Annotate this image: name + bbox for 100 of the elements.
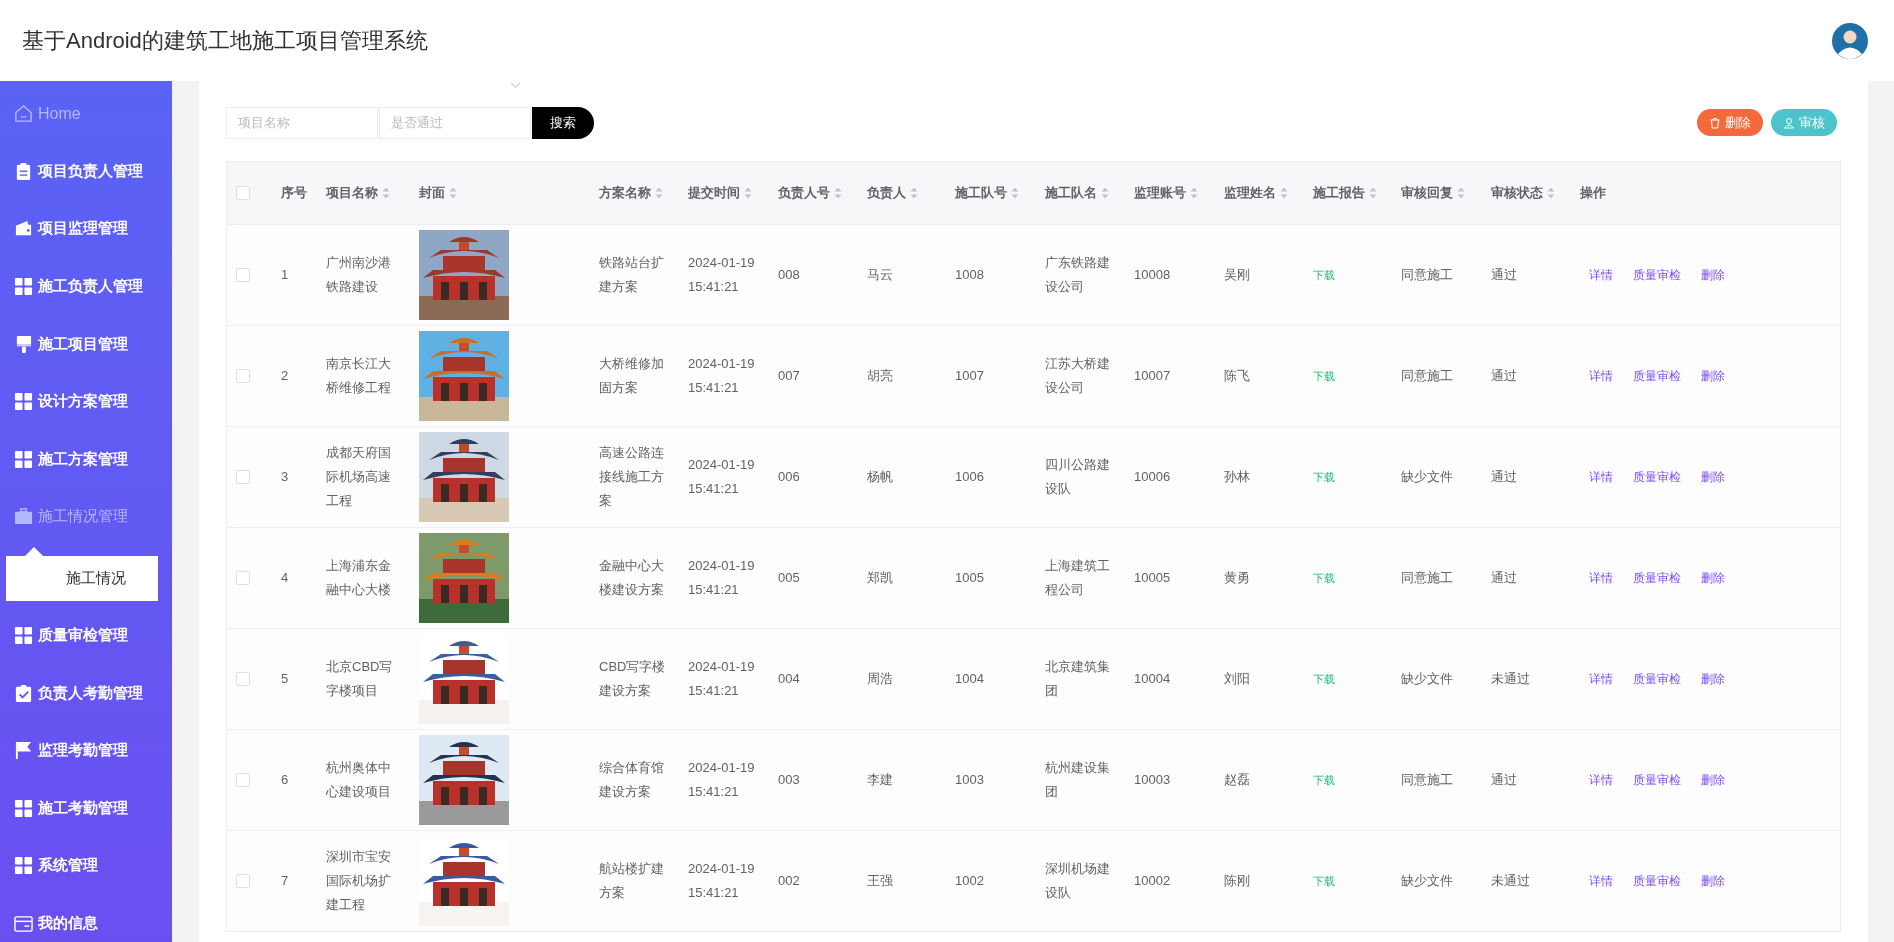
home-icon bbox=[14, 104, 33, 124]
sort-icon[interactable] bbox=[449, 187, 457, 199]
table-cell-text: 通过 bbox=[1491, 468, 1517, 486]
sort-icon[interactable] bbox=[1011, 187, 1019, 199]
row-checkbox[interactable] bbox=[236, 672, 250, 686]
nav-item[interactable]: 项目负责人管理 bbox=[0, 142, 172, 201]
search-field[interactable]: 项目名称 bbox=[226, 106, 378, 139]
table-cell-text: 北京建筑集团 bbox=[1045, 658, 1111, 700]
submenu-item[interactable]: 施工情况 bbox=[6, 546, 158, 601]
table-cell-text: 孙林 bbox=[1224, 468, 1250, 486]
chevron-down-icon[interactable] bbox=[510, 82, 521, 89]
nav-item[interactable]: 我的信息 bbox=[0, 894, 172, 942]
table-cell-text: 4 bbox=[281, 569, 289, 587]
table-cell-text: 综合体育馆建设方案 bbox=[599, 759, 665, 801]
action-link[interactable]: 详情 bbox=[1589, 566, 1613, 590]
table-cell-text: 同意施工 bbox=[1401, 771, 1453, 789]
action-link[interactable]: 删除 bbox=[1701, 768, 1725, 792]
table-cell-text: 10003 bbox=[1134, 771, 1171, 789]
user-icon bbox=[1783, 116, 1795, 129]
action-link[interactable]: 删除 bbox=[1701, 869, 1725, 893]
column-header: 负责人 bbox=[867, 184, 906, 202]
table-cell-text: 2024-01-19 15:41:21 bbox=[688, 557, 756, 599]
table-cell-text: 7 bbox=[281, 872, 289, 890]
column-header: 提交时间 bbox=[688, 184, 740, 202]
action-link[interactable]: 质量审检 bbox=[1633, 566, 1681, 590]
table-cell-text: 1003 bbox=[955, 771, 984, 789]
sort-icon[interactable] bbox=[1369, 187, 1377, 199]
sort-icon[interactable] bbox=[910, 187, 918, 199]
action-link[interactable]: 详情 bbox=[1589, 869, 1613, 893]
action-link[interactable]: 详情 bbox=[1589, 465, 1613, 489]
table-cell-text: 赵磊 bbox=[1224, 771, 1250, 789]
action-link[interactable]: 详情 bbox=[1589, 263, 1613, 287]
table-cell-text: 深圳市宝安国际机场扩建工程 bbox=[326, 848, 392, 914]
nav-item[interactable]: 系统管理 bbox=[0, 837, 172, 895]
table-cell-text: 马云 bbox=[867, 266, 893, 284]
sort-icon[interactable] bbox=[744, 187, 752, 199]
action-link[interactable]: 质量审检 bbox=[1633, 364, 1681, 388]
sort-icon[interactable] bbox=[1190, 187, 1198, 199]
search-button[interactable]: 搜索 bbox=[532, 106, 594, 139]
table-cell-text: 10004 bbox=[1134, 670, 1171, 688]
sort-icon[interactable] bbox=[1457, 187, 1465, 199]
table-cell-text: 1 bbox=[281, 266, 289, 284]
action-link[interactable]: 删除 bbox=[1701, 566, 1725, 590]
delete-button[interactable]: 删除 bbox=[1697, 109, 1763, 136]
sort-icon[interactable] bbox=[1280, 187, 1288, 199]
table-cell-text: 008 bbox=[778, 266, 800, 284]
table-cell-text: 南京长江大桥维修工程 bbox=[326, 355, 392, 397]
grid-icon bbox=[14, 798, 33, 818]
row-checkbox[interactable] bbox=[236, 571, 250, 585]
row-checkbox[interactable] bbox=[236, 773, 250, 787]
column-header: 审核回复 bbox=[1401, 184, 1453, 202]
nav-item[interactable]: 项目监理管理 bbox=[0, 200, 172, 258]
table-cell-text: 004 bbox=[778, 670, 800, 688]
sort-icon[interactable] bbox=[1101, 187, 1109, 199]
action-link[interactable]: 删除 bbox=[1701, 667, 1725, 691]
nav-item[interactable]: 负责人考勤管理 bbox=[0, 664, 172, 722]
action-link[interactable]: 删除 bbox=[1701, 263, 1725, 287]
action-link[interactable]: 详情 bbox=[1589, 768, 1613, 792]
table-cell-text: 10008 bbox=[1134, 266, 1171, 284]
table-cell-text: 2024-01-19 15:41:21 bbox=[688, 456, 756, 498]
nav-item[interactable]: 质量审检管理 bbox=[0, 606, 172, 665]
sort-icon[interactable] bbox=[382, 187, 390, 199]
nav-item[interactable]: 设计方案管理 bbox=[0, 372, 172, 431]
column-header: 施工队号 bbox=[955, 184, 1007, 202]
table-cell-text: 2024-01-19 15:41:21 bbox=[688, 658, 756, 700]
table-cell-text: 大桥维修加固方案 bbox=[599, 355, 665, 397]
column-header: 操作 bbox=[1580, 184, 1606, 202]
avatar-icon[interactable] bbox=[1832, 22, 1868, 59]
row-checkbox[interactable] bbox=[236, 369, 250, 383]
nav-item[interactable]: 施工负责人管理 bbox=[0, 257, 172, 316]
row-checkbox[interactable] bbox=[236, 470, 250, 484]
sort-icon[interactable] bbox=[1547, 187, 1555, 199]
sort-icon[interactable] bbox=[655, 187, 663, 199]
row-checkbox[interactable] bbox=[236, 874, 250, 888]
action-link[interactable]: 删除 bbox=[1701, 465, 1725, 489]
column-header: 项目名称 bbox=[326, 184, 378, 202]
column-header: 监理账号 bbox=[1134, 184, 1186, 202]
table-cell-text: 10007 bbox=[1134, 367, 1171, 385]
action-link[interactable]: 质量审检 bbox=[1633, 768, 1681, 792]
nav-item[interactable]: 施工项目管理 bbox=[0, 315, 172, 373]
action-link[interactable]: 质量审检 bbox=[1633, 869, 1681, 893]
row-checkbox[interactable] bbox=[236, 268, 250, 282]
nav-item[interactable]: 监理考勤管理 bbox=[0, 721, 172, 780]
nav-item[interactable]: 施工考勤管理 bbox=[0, 779, 172, 838]
nav-item[interactable]: 施工情况管理 bbox=[0, 488, 172, 546]
table-cell-text: 005 bbox=[778, 569, 800, 587]
search-field[interactable]: 是否通过 bbox=[379, 106, 531, 139]
action-link[interactable]: 删除 bbox=[1701, 364, 1725, 388]
action-link[interactable]: 质量审检 bbox=[1633, 667, 1681, 691]
nav-item[interactable]: 施工方案管理 bbox=[0, 430, 172, 489]
action-link[interactable]: 质量审检 bbox=[1633, 263, 1681, 287]
action-link[interactable]: 质量审检 bbox=[1633, 465, 1681, 489]
action-link[interactable]: 详情 bbox=[1589, 667, 1613, 691]
select-all-checkbox[interactable] bbox=[236, 186, 250, 200]
brush-icon bbox=[14, 334, 33, 354]
action-link[interactable]: 详情 bbox=[1589, 364, 1613, 388]
table-cell-text: 通过 bbox=[1491, 367, 1517, 385]
table-cell-text: CBD写字楼建设方案 bbox=[599, 658, 667, 700]
column-header: 审核状态 bbox=[1491, 184, 1543, 202]
sort-icon[interactable] bbox=[834, 187, 842, 199]
